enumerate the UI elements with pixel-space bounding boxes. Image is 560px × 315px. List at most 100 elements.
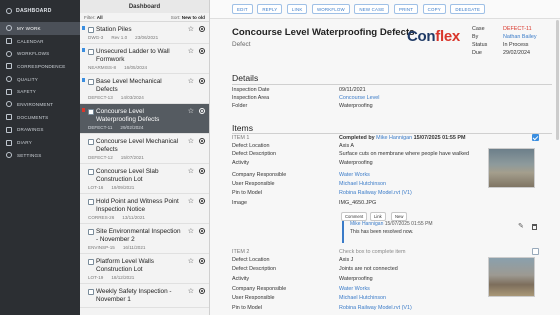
- field-value: Joints are not connected: [339, 266, 398, 272]
- star-icon[interactable]: ☆: [188, 228, 194, 235]
- field-value-link[interactable]: Water Works: [339, 172, 370, 178]
- comment-author[interactable]: Mike Hannigan: [350, 221, 383, 227]
- item1-photo[interactable]: [488, 148, 535, 188]
- list-item[interactable]: Concourse Level Mechanical Defects DEFECT…: [80, 134, 209, 164]
- record-type-icon: [88, 199, 94, 205]
- toolbar-button-new-case[interactable]: NEW CASE: [354, 4, 390, 14]
- toolbar-button-print[interactable]: PRINT: [393, 4, 419, 14]
- toolbar-button-delegate[interactable]: DELEGATE: [450, 4, 486, 14]
- field-value: Surface cuts on membrane where people ha…: [339, 151, 470, 157]
- link-button[interactable]: Link: [370, 212, 386, 221]
- field-label: Activity: [232, 160, 250, 166]
- completed-at: 15/07/2025 01:55 PM: [413, 135, 466, 141]
- by-value[interactable]: Nathan Bailey: [503, 33, 560, 41]
- list-item[interactable]: Weekly Safety Inspection - November 1 ☆: [80, 284, 209, 308]
- list-item-code: LOT-16: [88, 185, 104, 190]
- toolbar-button-edit[interactable]: EDIT: [232, 4, 253, 14]
- image-filename[interactable]: IMG_4650.JPG: [339, 200, 376, 206]
- list-item-meta: DWG-3 Rev 1.0 23/06/2021: [88, 35, 206, 40]
- status-dot-icon[interactable]: [199, 288, 205, 294]
- star-icon[interactable]: ☆: [188, 138, 194, 145]
- star-icon[interactable]: ☆: [188, 78, 194, 85]
- list-item-code: DEFECT-13: [88, 95, 113, 100]
- sidebar-item-label: CALENDAR: [17, 38, 44, 44]
- toolbar-button-link[interactable]: LINK: [286, 4, 308, 14]
- list-item[interactable]: Base Level Mechanical Defects DEFECT-13 14…: [80, 74, 209, 104]
- sidebar-header[interactable]: DASHBOARD: [0, 0, 80, 22]
- list-item[interactable]: Concourse Level Slab Construction Lot LOT…: [80, 164, 209, 194]
- sidebar-item-environment[interactable]: ENVIRONMENT: [0, 98, 80, 111]
- list-item-meta: CORRES-26 13/11/2021: [88, 215, 206, 220]
- star-icon[interactable]: ☆: [188, 48, 194, 55]
- edit-icon[interactable]: ✎: [518, 222, 524, 230]
- status-dot-icon[interactable]: [199, 26, 205, 32]
- sidebar-item-documents[interactable]: DOCUMENTS: [0, 111, 80, 124]
- field-value-link[interactable]: Michael Hutchinson: [339, 181, 386, 187]
- status-dot-icon[interactable]: [199, 258, 205, 264]
- field-label: Company Responsible: [232, 286, 287, 292]
- record-type-icon: [88, 169, 94, 175]
- status-dot-icon[interactable]: [199, 108, 205, 114]
- list-item[interactable]: Platform Level Walls Construction Lot LOT…: [80, 254, 209, 284]
- sidebar-item-label: DRAWINGS: [17, 127, 44, 133]
- sidebar-item-my-work[interactable]: MY WORK: [0, 22, 80, 35]
- workflow-icon: [6, 50, 12, 57]
- logo-main-text: Con: [407, 28, 436, 45]
- sidebar-item-settings[interactable]: SETTINGS: [0, 149, 80, 162]
- list-item-code: ENVINSP-15: [88, 245, 115, 250]
- item2-checkbox[interactable]: [532, 248, 539, 255]
- filter-control[interactable]: Filter: All: [84, 15, 103, 20]
- sort-control[interactable]: Sort: New to old: [171, 15, 205, 20]
- status-dot-icon[interactable]: [199, 228, 205, 234]
- list-item[interactable]: Station Piles DWG-3 Rev 1.0 23/06/2021 ☆: [80, 22, 209, 44]
- star-icon[interactable]: ☆: [188, 258, 194, 265]
- list-item[interactable]: Concourse Level Waterproofing Defects DEF…: [80, 104, 209, 134]
- list-item[interactable]: Site Environmental Inspection - November…: [80, 224, 209, 254]
- field-value-link[interactable]: Robina Railway Model.rvt (V1): [339, 190, 412, 196]
- status-dot-icon[interactable]: [199, 78, 205, 84]
- flag-marker: [82, 108, 85, 112]
- sidebar-item-quality[interactable]: QUALITY: [0, 73, 80, 86]
- star-icon[interactable]: ☆: [188, 108, 194, 115]
- toolbar-button-workflow[interactable]: WORKFLOW: [311, 4, 350, 14]
- sidebar-item-safety[interactable]: SAFETY: [0, 85, 80, 98]
- status-dot-icon[interactable]: [199, 168, 205, 174]
- item2-photo[interactable]: [488, 257, 535, 297]
- scrollbar[interactable]: [556, 20, 559, 140]
- list-item-code: DEFECT-12: [88, 155, 113, 160]
- completed-by-link[interactable]: Mike Hannigan: [376, 135, 412, 141]
- new-button[interactable]: New: [391, 212, 408, 221]
- list-item-date: 23/06/2021: [135, 35, 159, 40]
- list-item-actions: ☆: [188, 48, 205, 55]
- star-icon[interactable]: ☆: [188, 198, 194, 205]
- star-icon[interactable]: ☆: [188, 288, 194, 295]
- field-value-link[interactable]: Michael Hutchinson: [339, 295, 386, 301]
- field-label: Company Responsible: [232, 172, 287, 178]
- list-item-meta: ENVINSP-15 16/11/2021: [88, 245, 206, 250]
- item1-checkbox[interactable]: [532, 134, 539, 141]
- sidebar-item-drawings[interactable]: DRAWINGS: [0, 124, 80, 137]
- list-item-date: 16/05/2024: [124, 65, 148, 70]
- list-item-date: 15/07/2021: [120, 155, 144, 160]
- user-icon: [6, 25, 12, 32]
- star-icon[interactable]: ☆: [188, 168, 194, 175]
- list-item[interactable]: Hold Point and Witness Point Inspection …: [80, 194, 209, 224]
- sidebar-item-workflows[interactable]: WORKFLOWS: [0, 47, 80, 60]
- sidebar-item-calendar[interactable]: CALENDAR: [0, 35, 80, 48]
- field-value-link[interactable]: Concourse Level: [339, 95, 379, 101]
- field-value-link[interactable]: Robina Railway Model.rvt (V1): [339, 305, 412, 311]
- sidebar-item-diary[interactable]: DIARY: [0, 136, 80, 149]
- status-dot-icon[interactable]: [199, 138, 205, 144]
- sidebar-item-correspondence[interactable]: CORRESPONDENCE: [0, 60, 80, 73]
- trash-icon[interactable]: [532, 224, 537, 230]
- toolbar-button-copy[interactable]: COPY: [422, 4, 446, 14]
- record-type-icon: [88, 109, 94, 115]
- comment-button[interactable]: Comment: [341, 212, 368, 221]
- toolbar-button-reply[interactable]: REPLY: [257, 4, 283, 14]
- field-value-link[interactable]: Water Works: [339, 286, 370, 292]
- star-icon[interactable]: ☆: [188, 26, 194, 33]
- status-dot-icon[interactable]: [199, 198, 205, 204]
- list-item[interactable]: Unsecured Ladder to Wall Formwork NEARMIS…: [80, 44, 209, 74]
- status-dot-icon[interactable]: [199, 48, 205, 54]
- list-item-actions: ☆: [188, 288, 205, 295]
